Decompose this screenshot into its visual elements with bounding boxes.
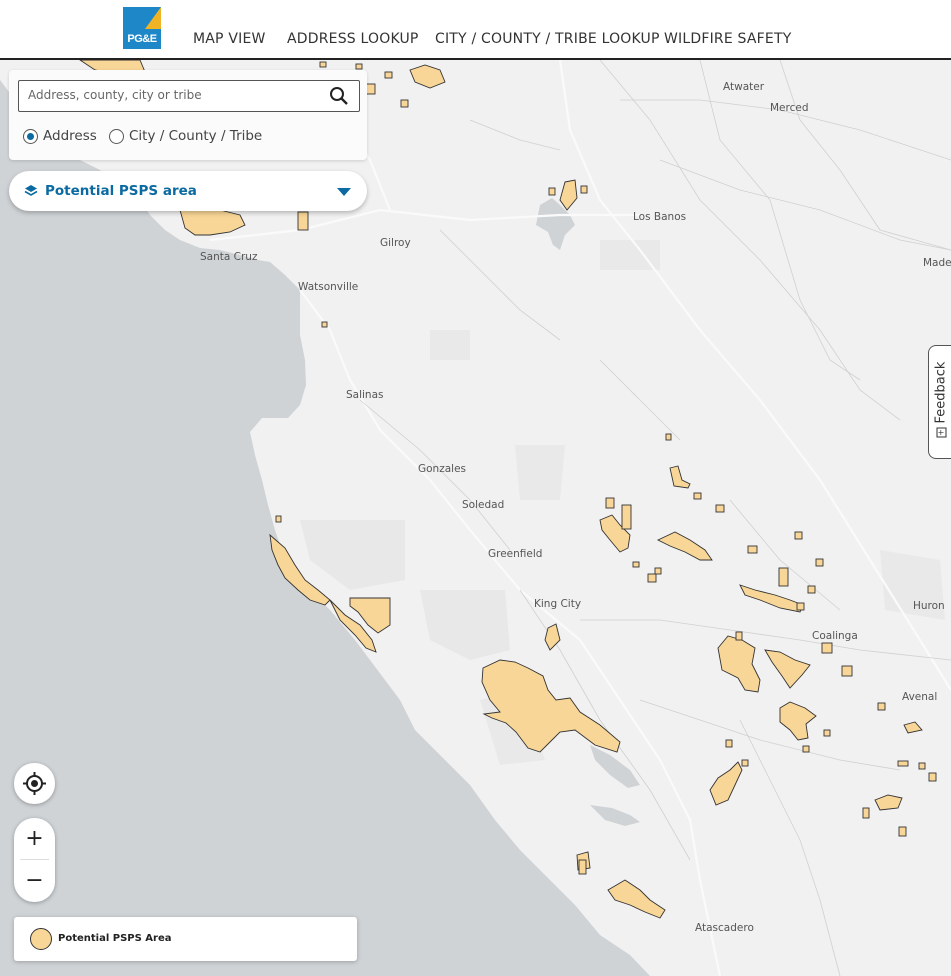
city-label-avenal: Avenal (902, 691, 938, 703)
zoom-in-button[interactable]: + (14, 818, 55, 859)
layer-selector-label: Potential PSPS area (45, 183, 197, 199)
chevron-down-icon[interactable] (337, 188, 351, 196)
city-label-salinas: Salinas (346, 389, 384, 401)
pge-logo[interactable]: PG&E (123, 7, 161, 49)
nav-address-lookup[interactable]: ADDRESS LOOKUP (287, 31, 419, 47)
layers-icon (24, 185, 38, 196)
search-box (18, 80, 360, 112)
logo-wedge (145, 7, 161, 29)
city-label-gilroy: Gilroy (380, 237, 411, 249)
radio-address-indicator[interactable] (23, 128, 38, 144)
city-label-madera: Made (923, 257, 951, 269)
feedback-tab[interactable]: + Feedback (928, 345, 951, 459)
city-label-greenfield: Greenfield (488, 548, 543, 560)
radio-address-label: Address (43, 128, 97, 144)
radio-city-county-tribe-label: City / County / Tribe (129, 128, 263, 144)
city-label-soledad: Soledad (462, 499, 505, 511)
feedback-label: + Feedback (934, 346, 949, 454)
logo-text: PG&E (127, 33, 157, 45)
city-label-coalinga: Coalinga (812, 630, 858, 642)
feedback-text: Feedback (933, 361, 949, 424)
locate-me-button[interactable] (14, 763, 55, 804)
city-label-atwater: Atwater (723, 81, 765, 93)
city-label-atascadero: Atascadero (695, 922, 754, 934)
radio-city-county-tribe-indicator[interactable] (109, 128, 124, 144)
city-label-king-city: King City (534, 598, 582, 610)
city-label-merced: Merced (770, 102, 809, 114)
search-input[interactable] (26, 87, 320, 103)
zoom-out-button[interactable]: − (14, 860, 55, 901)
city-label-santa-cruz: Santa Cruz (200, 251, 258, 263)
zoom-control: + − (14, 818, 55, 902)
city-label-huron: Huron (913, 600, 945, 612)
nav-wildfire-safety[interactable]: WILDFIRE SAFETY (664, 31, 791, 47)
search-icon[interactable] (329, 86, 349, 106)
nav-map-view[interactable]: MAP VIEW (193, 31, 266, 47)
radio-city-county-tribe[interactable]: City / County / Tribe (109, 128, 262, 144)
top-navigation-bar: PG&E MAP VIEW ADDRESS LOOKUP CITY / COUN… (0, 0, 951, 60)
layer-selector-dropdown[interactable]: Potential PSPS area (9, 171, 367, 211)
search-panel: Address City / County / Tribe (9, 70, 367, 160)
legend-label: Potential PSPS Area (58, 933, 172, 944)
map-legend: Potential PSPS Area (14, 917, 357, 961)
city-label-los-banos: Los Banos (633, 211, 687, 223)
radio-address[interactable]: Address (23, 128, 97, 144)
crosshair-icon (23, 772, 46, 795)
nav-city-county-tribe-lookup[interactable]: CITY / COUNTY / TRIBE LOOKUP (435, 31, 660, 47)
city-label-watsonville: Watsonville (298, 281, 359, 293)
city-label-gonzales: Gonzales (418, 463, 467, 475)
legend-swatch (30, 928, 52, 950)
feedback-plus-icon: + (936, 427, 946, 438)
